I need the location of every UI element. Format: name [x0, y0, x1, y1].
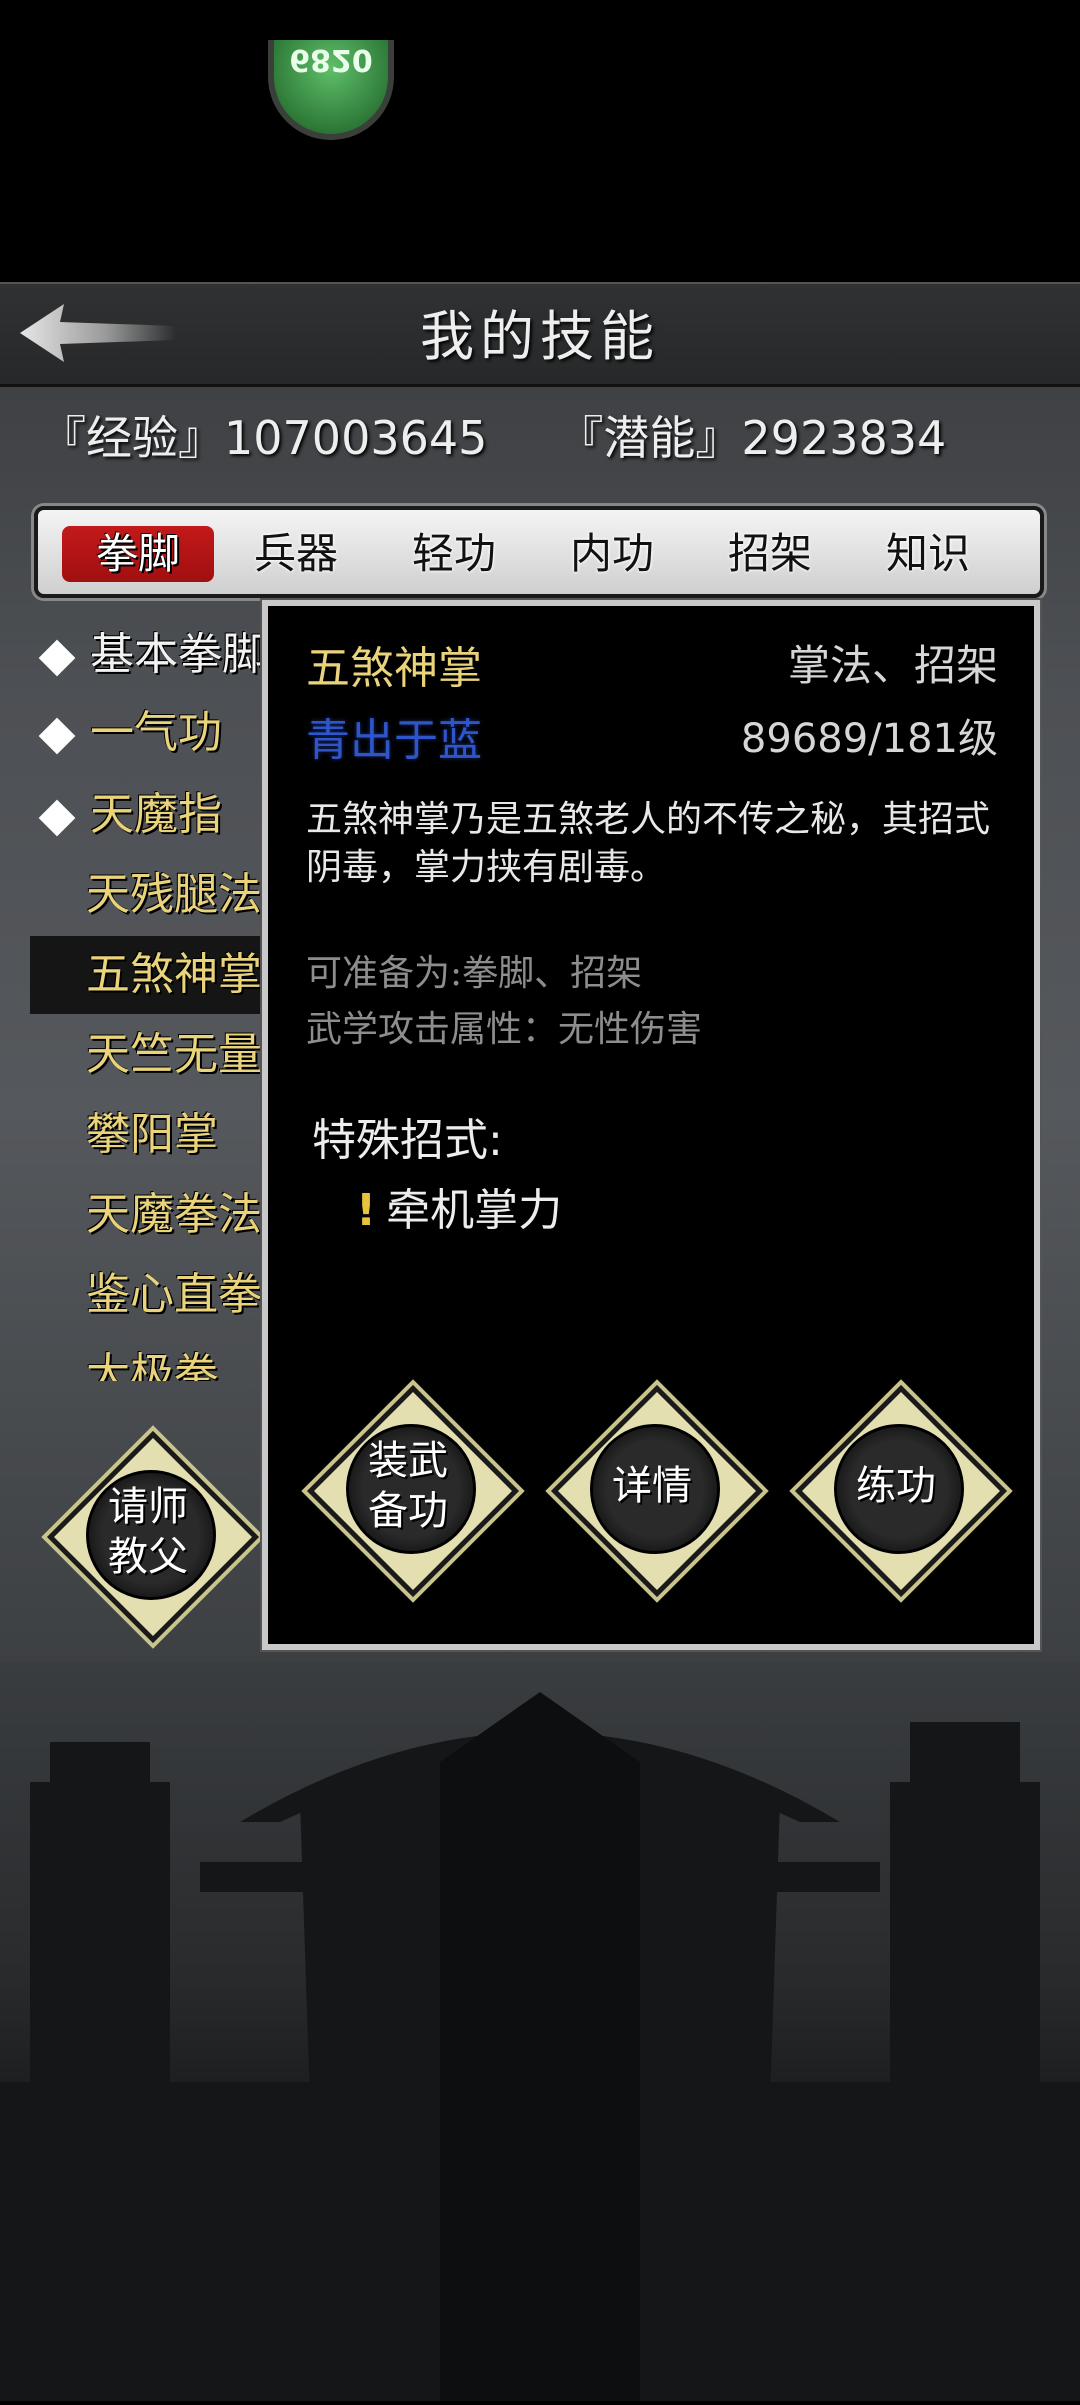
- special-moves-title: 特殊招式:: [312, 1115, 503, 1166]
- tab-zhishi[interactable]: 知识: [852, 526, 1004, 582]
- skill-list[interactable]: 基本拳脚 一气功 天魔指 天残腿法 五煞神掌 天竺无量 攀阳掌 天魔拳法 鉴心直…: [30, 616, 290, 1381]
- info-line: 招架防御属性：无性伤害: [306, 1058, 1006, 1066]
- potential-value: 『潜能』2923834: [557, 411, 947, 465]
- skill-info[interactable]: 可准备为:拳脚、招架 武学攻击属性：无性伤害 招架防御属性：无性伤害: [306, 946, 1006, 1066]
- details-button[interactable]: 详情: [550, 1384, 764, 1598]
- page-title: 我的技能: [420, 305, 660, 368]
- list-item[interactable]: 攀阳掌: [30, 1096, 290, 1174]
- list-item[interactable]: 天魔指: [30, 776, 290, 854]
- practice-button[interactable]: 练功: [794, 1384, 1008, 1598]
- tab-quanjiao[interactable]: 拳脚: [62, 526, 214, 582]
- special-move-item: ! 牵机掌力: [356, 1185, 563, 1236]
- category-tabs: 拳脚 兵器 轻功 内功 招架 知识: [34, 506, 1044, 598]
- tab-bingqi[interactable]: 兵器: [220, 526, 372, 582]
- ask-teacher-button[interactable]: 请师 教父: [46, 1430, 260, 1644]
- info-line: 武学攻击属性：无性伤害: [306, 1009, 703, 1050]
- list-item[interactable]: 大极拳: [30, 1336, 290, 1381]
- alert-icon: !: [356, 1185, 377, 1236]
- skill-description: 五煞神掌乃是五煞老人的不传之秘，其招式阴毒，掌力挟有剧毒。: [306, 799, 991, 888]
- skill-level: 89689/181级: [740, 716, 998, 762]
- background-scenery: [0, 1662, 1080, 2402]
- temple-silhouette: [0, 1692, 1080, 2402]
- list-item[interactable]: 一气功: [30, 694, 290, 772]
- skill-type: 掌法、招架: [787, 641, 998, 690]
- tab-qinggong[interactable]: 轻功: [378, 526, 530, 582]
- equip-button[interactable]: 装武 备功: [306, 1384, 520, 1598]
- diamond-bullet-icon: [38, 717, 76, 754]
- list-item[interactable]: 鉴心直拳: [30, 1256, 290, 1334]
- tab-zhaojia[interactable]: 招架: [694, 526, 846, 582]
- skill-name: 五煞神掌: [306, 643, 482, 694]
- list-item[interactable]: 天残腿法: [30, 856, 290, 934]
- stats-bar: 『经验』107003645 『潜能』2923834: [40, 402, 946, 468]
- list-item[interactable]: 天魔拳法: [30, 1176, 290, 1254]
- diamond-bullet-icon: [38, 639, 76, 676]
- list-item-selected[interactable]: 五煞神掌: [30, 936, 290, 1014]
- diamond-bullet-icon: [38, 799, 76, 836]
- info-line: 可准备为:拳脚、招架: [306, 953, 643, 994]
- list-item[interactable]: 天竺无量: [30, 1016, 290, 1094]
- skill-rank: 青出于蓝: [306, 715, 482, 766]
- list-item[interactable]: 基本拳脚: [30, 616, 290, 694]
- tab-neigong[interactable]: 内功: [536, 526, 688, 582]
- top-area: [0, 0, 1080, 282]
- experience-value: 『经验』107003645: [40, 411, 488, 465]
- skill-detail-panel: 五煞神掌 掌法、招架 青出于蓝 89689/181级 五煞神掌乃是五煞老人的不传…: [262, 600, 1040, 1650]
